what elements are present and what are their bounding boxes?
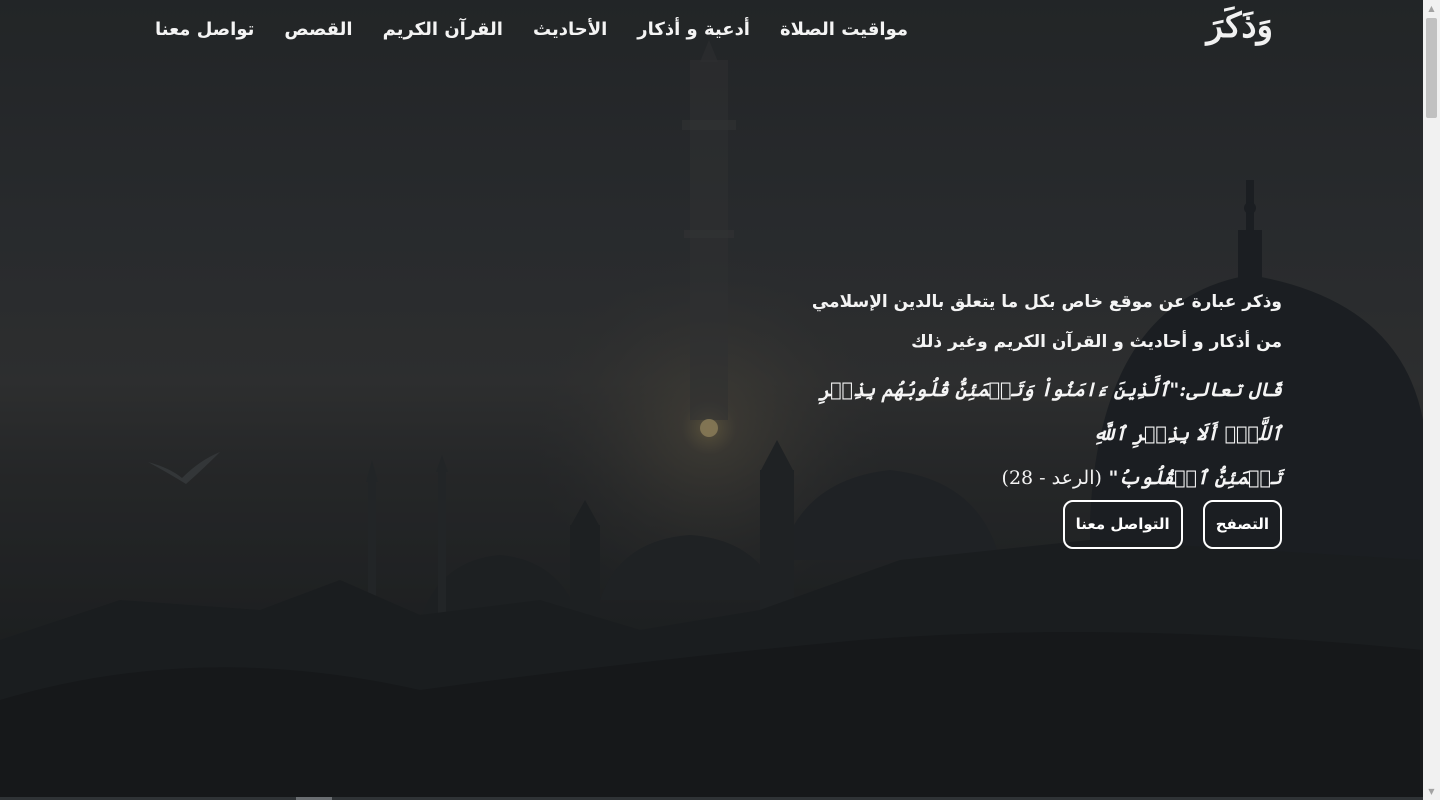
navbar: وَذَكَرَ مواقيت الصلاة أدعية و أذكار الأ… [0, 0, 1423, 64]
scroll-down-arrow-icon[interactable]: ▼ [1423, 783, 1440, 800]
contact-us-button[interactable]: التواصل معنا [1062, 500, 1183, 549]
hero-buttons: التصفح التواصل معنا [762, 500, 1282, 549]
nav-menu: مواقيت الصلاة أدعية و أذكار الأحاديث الق… [155, 19, 908, 40]
nav-item-quran[interactable]: القرآن الكريم [383, 19, 503, 40]
scroll-up-arrow-icon[interactable]: ▲ [1423, 0, 1440, 17]
quran-verse-reference: (الرعد - 28) [1001, 467, 1102, 489]
vertical-scrollbar[interactable]: ▲ ▼ [1423, 0, 1440, 800]
browse-button[interactable]: التصفح [1202, 500, 1282, 549]
hero-content: وذكر عبارة عن موقع خاص بكل ما يتعلق بالد… [762, 288, 1282, 549]
hero-description-line-1: وذكر عبارة عن موقع خاص بكل ما يتعلق بالد… [811, 292, 1282, 312]
quran-verse: قَال تعالى:"ٱلَّذِينَ ءَامَنُواْ وَتَطۡم… [762, 368, 1282, 500]
brand-logo[interactable]: وَذَكَرَ [1206, 6, 1273, 46]
nav-item-contact[interactable]: تواصل معنا [155, 19, 254, 40]
vertical-scroll-thumb[interactable] [1426, 18, 1437, 118]
nav-item-stories[interactable]: القصص [284, 19, 352, 40]
nav-item-duas-adhkar[interactable]: أدعية و أذكار [637, 19, 750, 40]
quran-verse-line-1: قَال تعالى:"ٱلَّذِينَ ءَامَنُواْ وَتَطۡم… [819, 379, 1282, 445]
quran-verse-line-2: تَطۡمَئِنُّ ٱلۡقُلُوبُ" [1108, 467, 1282, 489]
page: وَذَكَرَ مواقيت الصلاة أدعية و أذكار الأ… [0, 0, 1440, 800]
hero-description-line-2: من أذكار و أحاديث و القرآن الكريم وغير ذ… [911, 332, 1282, 352]
nav-item-prayer-times[interactable]: مواقيت الصلاة [780, 19, 908, 40]
nav-item-hadiths[interactable]: الأحاديث [533, 19, 607, 40]
